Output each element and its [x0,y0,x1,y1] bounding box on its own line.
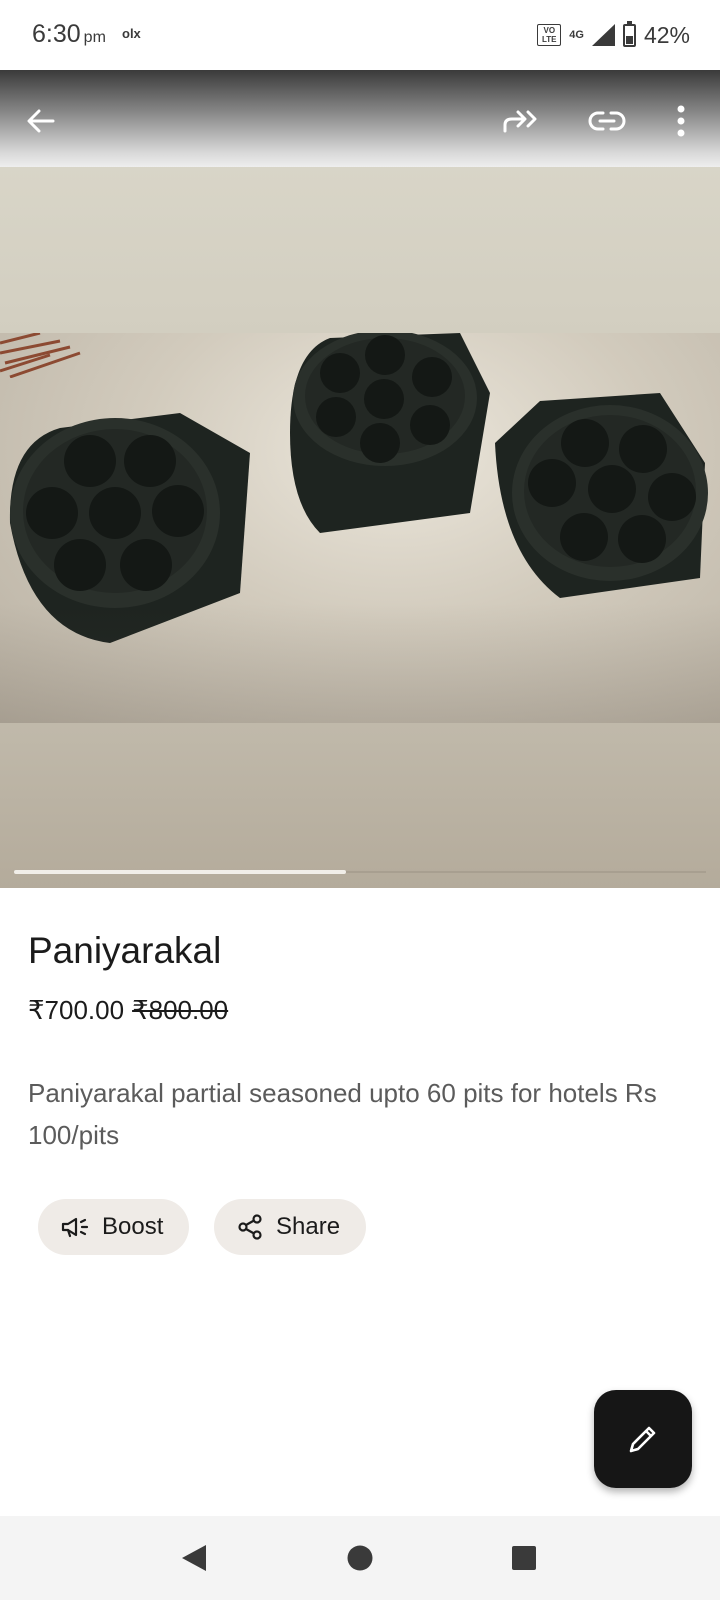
listing-description: Paniyarakal partial seasoned upto 60 pit… [28,1078,657,1150]
current-price: ₹700.00 [28,995,125,1025]
megaphone-icon [61,1217,89,1238]
volte-icon: VO LTE [537,24,562,46]
boost-label: Boost [102,1213,164,1240]
gallery-progress-track [14,870,706,874]
battery-fill [625,35,633,44]
share-label: Share [276,1213,341,1240]
price-row: ₹700.00 ₹800.00 [28,995,228,1026]
edit-pencil-icon [629,1426,656,1453]
more-vert-icon [677,105,685,137]
battery-percent: 42% [643,21,690,48]
battery-icon [622,20,636,47]
system-nav-bar [0,1516,720,1600]
status-icons: VO LTE 4G 42% [537,20,690,49]
original-price: ₹800.00 [132,995,229,1025]
olx-notification-icon: olx [122,26,141,41]
nav-recents-button[interactable] [504,1538,544,1578]
edit-fab[interactable] [594,1390,692,1488]
forward-share-icon [503,110,537,133]
share-button[interactable]: Share [214,1199,367,1255]
status-time-ampm: pm [83,29,106,46]
gallery-progress-fill [14,870,347,874]
listing-title: Paniyarakal [28,930,222,971]
nav-home-button[interactable] [340,1538,380,1578]
boost-button[interactable]: Boost [38,1199,190,1255]
share-icon [238,1214,262,1240]
nav-back-button[interactable] [174,1538,214,1578]
status-time: 6:30 pm [32,20,106,49]
status-time-value: 6:30 [32,20,81,48]
copy-link-button[interactable] [580,94,634,148]
back-button[interactable] [14,94,68,148]
back-arrow-icon [27,109,55,133]
forward-button[interactable] [494,94,548,148]
more-options-button[interactable] [654,94,708,148]
status-bar: 6:30 pm olx VO LTE 4G 42% [0,0,720,70]
signal-icon [591,24,615,46]
back-triangle-icon [182,1545,206,1571]
recents-square-icon [512,1546,536,1570]
photo-shadow [0,603,720,723]
home-circle-icon [347,1545,373,1571]
image-gallery[interactable] [0,70,720,888]
network-4g-icon: 4G [569,28,584,41]
listing-photo[interactable] [0,333,720,723]
link-icon [588,111,626,131]
